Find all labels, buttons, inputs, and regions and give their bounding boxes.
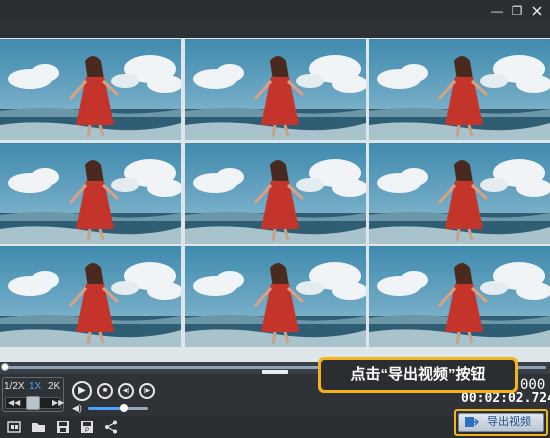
video-frame-tile — [184, 143, 366, 244]
svg-text:P: P — [85, 428, 89, 434]
minimize-icon[interactable]: — — [488, 2, 506, 20]
video-frame-tile — [184, 246, 366, 347]
share-icon[interactable] — [103, 419, 119, 435]
video-frame-tile — [0, 246, 181, 347]
tutorial-callout: 点击“导出视频”按钮 — [318, 357, 518, 393]
jog-forward-icon[interactable]: ▶▶ — [52, 397, 64, 409]
save-as-icon[interactable]: P — [79, 419, 95, 435]
speed-double[interactable]: 2K — [48, 381, 60, 392]
export-icon — [465, 416, 480, 428]
prev-frame-icon: ◀| — [122, 388, 130, 394]
export-video-button[interactable]: 导出视频 — [458, 413, 544, 432]
seek-thumb[interactable] — [1, 363, 9, 371]
video-frame-tile — [0, 39, 181, 140]
jog-knob[interactable] — [26, 396, 40, 410]
jog-back-icon[interactable]: ◀◀ — [8, 397, 20, 409]
next-frame-button[interactable]: |▶ — [139, 383, 155, 399]
volume-icon[interactable]: ◀) — [72, 403, 82, 413]
video-frame-tile — [184, 39, 366, 140]
video-frame-tile — [369, 39, 550, 140]
prev-frame-button[interactable]: ◀| — [118, 383, 134, 399]
video-frame-tile — [0, 143, 181, 244]
video-preview[interactable] — [0, 38, 550, 362]
close-icon[interactable] — [528, 2, 546, 20]
video-editor-window: — ❐ 1/2X 1X 2K ◀◀ ▶▶ ▶ ■ ◀| |▶ ◀) 000 00… — [0, 0, 550, 438]
restore-icon[interactable]: ❐ — [508, 2, 526, 20]
callout-text: 点击“导出视频”按钮 — [321, 360, 515, 390]
speed-half[interactable]: 1/2X — [4, 381, 25, 392]
title-bar: — ❐ — [0, 0, 550, 22]
stop-button[interactable]: ■ — [97, 383, 113, 399]
volume-thumb[interactable] — [120, 404, 128, 412]
speed-normal[interactable]: 1X — [29, 381, 41, 392]
video-frame-tile — [369, 143, 550, 244]
volume-fill — [88, 407, 124, 410]
play-icon: ▶ — [78, 385, 86, 396]
next-frame-icon: |▶ — [143, 388, 151, 394]
play-button[interactable]: ▶ — [72, 381, 92, 401]
camera-icon[interactable] — [6, 419, 22, 435]
video-frame-tile — [369, 246, 550, 347]
save-icon[interactable] — [55, 419, 71, 435]
folder-open-icon[interactable] — [31, 419, 47, 435]
timecode-readout: 00:02:02.724 — [461, 391, 550, 406]
export-video-label: 导出视频 — [487, 416, 531, 428]
stop-icon: ■ — [102, 387, 108, 394]
